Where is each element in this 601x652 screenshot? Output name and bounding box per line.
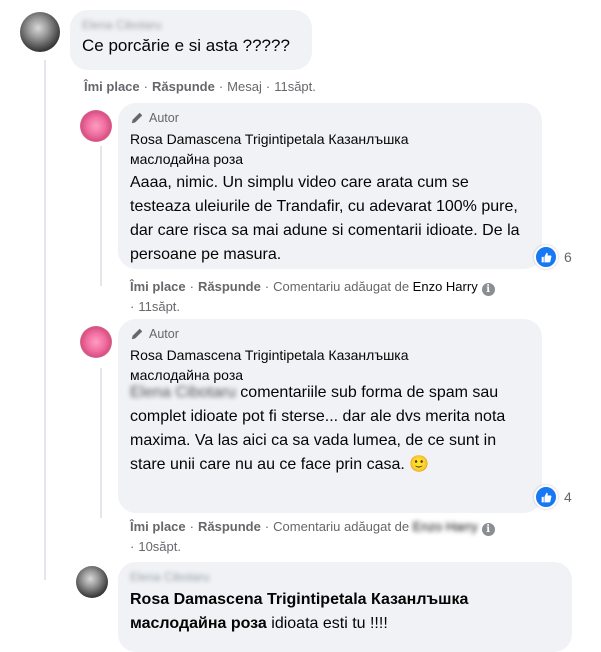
comment-bubble: Autor Rosa Damascena Trigintipetala Каза… [118, 319, 542, 513]
reaction-count[interactable]: 6 [534, 245, 572, 269]
comment-author[interactable]: Rosa Damascena Trigintipetala Казанлъшка… [130, 345, 470, 385]
reply-button[interactable]: Răspunde [198, 519, 261, 534]
added-by-name[interactable]: Enzo Harry [413, 279, 478, 294]
reply-button[interactable]: Răspunde [198, 279, 261, 294]
pencil-icon [131, 328, 143, 340]
author-badge: Autor [130, 111, 530, 125]
comment-bubble: Elena Cibotaru Ce porcărie e si asta ???… [70, 10, 312, 70]
comment-actions: Îmi place · Răspunde · Mesaj · 11săpt. [84, 79, 316, 94]
added-by-label: Comentariu adăugat de [273, 279, 410, 294]
avatar[interactable] [76, 566, 108, 598]
comment-author[interactable]: Rosa Damascena Trigintipetala Казанлъшка… [130, 129, 470, 169]
comment-actions: Îmi place · Răspunde · Comentariu adăugat de… [130, 517, 495, 557]
reply-button[interactable]: Răspunde [152, 79, 215, 94]
thread-line [100, 368, 102, 518]
pencil-icon [131, 112, 143, 124]
thread-line [44, 60, 46, 580]
comment-bubble: Elena Cibotaru Rosa Damascena Trigintipe… [118, 562, 572, 652]
comment-author[interactable]: Elena Cibotaru [130, 570, 560, 584]
comment-bubble: Autor Rosa Damascena Trigintipetala Каза… [118, 103, 542, 269]
like-button[interactable]: Îmi place [130, 279, 186, 294]
author-badge: Autor [130, 327, 530, 341]
avatar[interactable] [80, 110, 112, 142]
like-icon [534, 245, 558, 269]
added-by-label: Comentariu adăugat de [273, 519, 410, 534]
avatar[interactable] [20, 12, 60, 52]
like-button[interactable]: Îmi place [130, 519, 186, 534]
like-icon [534, 485, 558, 509]
like-button[interactable]: Îmi place [84, 79, 140, 94]
thread-line [100, 146, 102, 286]
added-by-name[interactable]: Enzo Harry [413, 519, 478, 534]
avatar[interactable] [80, 326, 112, 358]
info-icon[interactable]: i [481, 283, 495, 296]
comment-text: Aaaa, nimic. Un simplu video care arata … [130, 174, 520, 263]
info-icon[interactable]: i [481, 523, 495, 536]
comment-text: Ce porcărie e si asta ????? [82, 36, 290, 55]
comment-text: Rosa Damascena Trigintipetala Казанлъшка… [130, 591, 469, 632]
reaction-count[interactable]: 4 [534, 485, 572, 509]
timestamp[interactable]: 11săpt. [274, 79, 316, 94]
comment-text: Elena Cibotaru comentariile sub forma de… [130, 384, 506, 473]
timestamp[interactable]: 10săpt. [138, 539, 181, 554]
comment-author[interactable]: Elena Cibotaru [82, 18, 300, 32]
timestamp[interactable]: 11săpt. [138, 299, 180, 314]
mention[interactable]: Elena Cibotaru [130, 384, 236, 401]
message-link[interactable]: Mesaj [227, 79, 262, 94]
comment-actions: Îmi place · Răspunde · Comentariu adăugat de… [130, 277, 495, 317]
